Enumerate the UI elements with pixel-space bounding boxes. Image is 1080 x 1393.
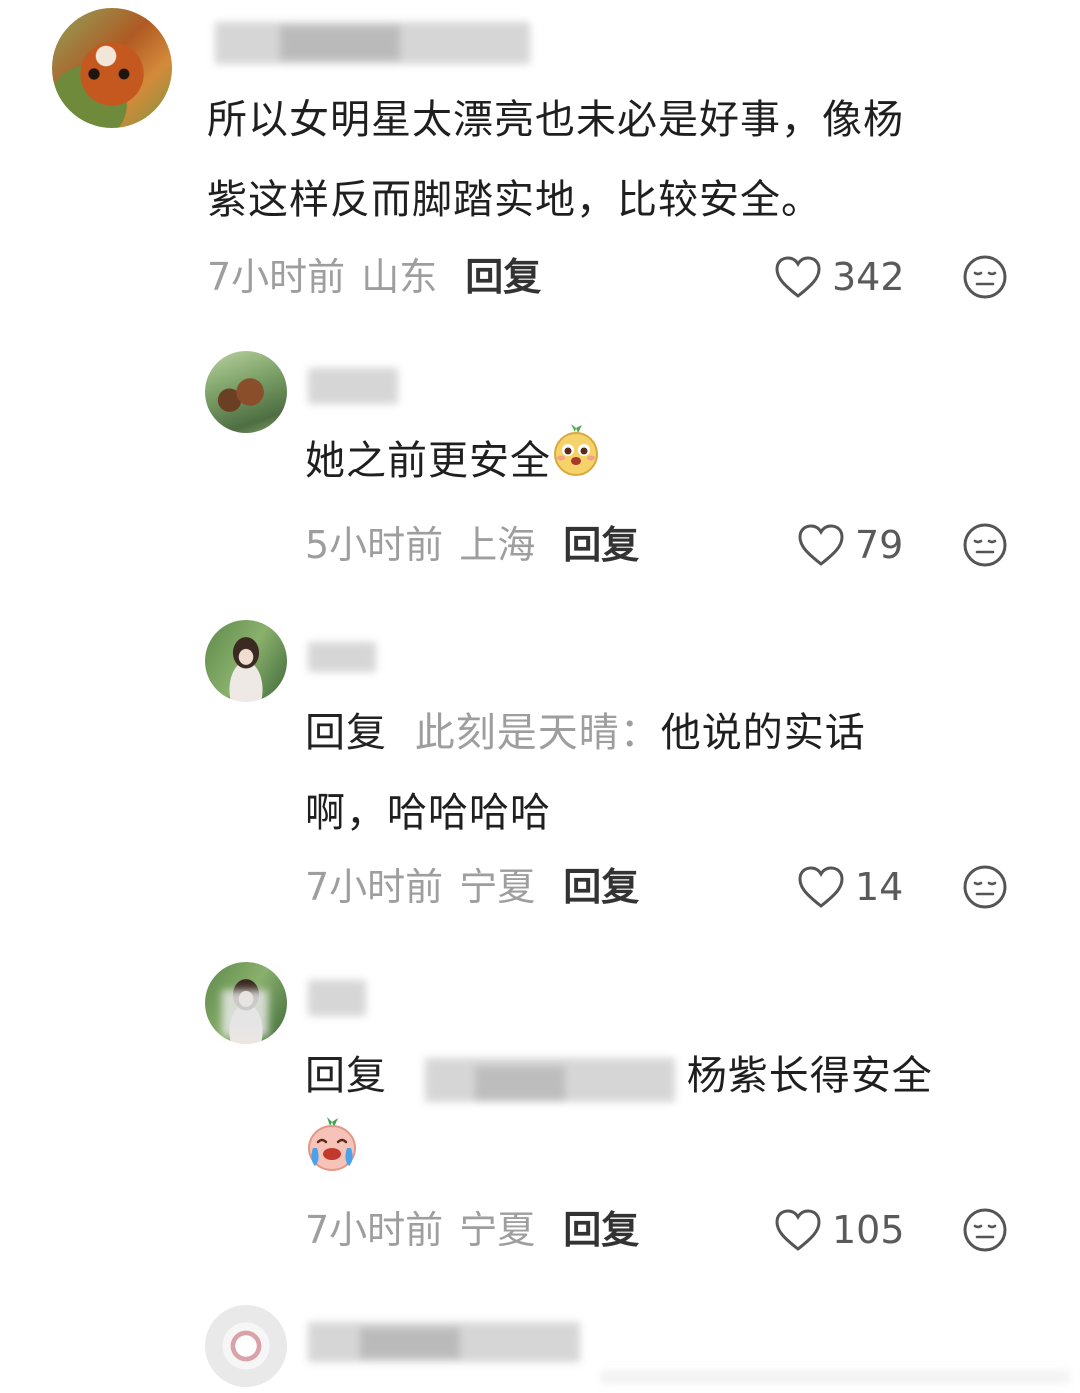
crying-peach-emoji [305,1116,359,1176]
username-redacted-shade [280,26,400,60]
like-button[interactable]: 342 [774,252,905,302]
user-avatar[interactable] [205,620,287,702]
heart-outline-icon [798,524,844,566]
like-button[interactable]: 105 [774,1205,905,1255]
comment-location: 宁夏 [459,1208,536,1252]
reply-target-user[interactable]: 此刻是天晴： [415,710,661,756]
username-redacted-shade [360,1328,460,1358]
mango-cartoon-emoji [551,423,601,503]
username-redacted[interactable] [308,642,376,672]
neutral-face-icon[interactable] [962,1207,1008,1257]
reply-prefix: 回复 [305,1053,387,1099]
comment-time: 7小时前 [207,255,346,299]
like-button[interactable]: 79 [797,520,903,570]
comment-location: 宁夏 [459,865,536,909]
like-count: 79 [855,523,904,567]
comment-text-line: 啊，哈哈哈哈 [305,790,551,836]
comment-meta: 7小时前 宁夏 回复 [305,862,639,912]
reply-button[interactable]: 回复 [563,520,639,570]
comment-time: 7小时前 [305,1208,444,1252]
neutral-face-icon[interactable] [962,864,1008,914]
heart-outline-icon [798,866,844,908]
like-count: 105 [832,1208,905,1252]
like-button[interactable]: 14 [797,862,903,912]
comment-text: 所以女明星太漂亮也未必是好事，像杨 紫这样反而脚踏实地，比较安全。 [207,80,904,240]
avatar-redacted [222,990,268,1036]
comment-meta: 7小时前 宁夏 回复 [305,1205,639,1255]
comment-text-line: 紫这样反而脚踏实地，比较安全。 [207,177,822,223]
username-redacted[interactable] [308,368,398,404]
reply-prefix: 回复 [305,710,387,756]
comment-text-line: 杨紫长得安全 [686,1053,933,1099]
comment-time: 5小时前 [305,523,444,567]
username-redacted[interactable] [308,980,366,1016]
like-count: 14 [855,865,904,909]
like-count: 342 [832,255,905,299]
comment-meta: 7小时前 山东 回复 [207,252,541,302]
neutral-face-icon[interactable] [962,522,1008,572]
neutral-face-icon[interactable] [962,254,1008,304]
user-avatar[interactable] [52,8,172,128]
comment-location: 上海 [459,523,536,567]
reply-button[interactable]: 回复 [563,1205,639,1255]
reply-button[interactable]: 回复 [563,862,639,912]
comment-time: 7小时前 [305,865,444,909]
comment-text: 回复 此刻是天晴：他说的实话 啊，哈哈哈哈 [305,693,866,853]
comment-text-line: 她之前更安全 [305,438,551,484]
comment-text-line: 他说的实话 [660,710,866,756]
comment-meta: 5小时前 上海 回复 [305,520,639,570]
heart-outline-icon [775,256,821,298]
user-avatar[interactable] [205,351,287,433]
comment-text: 她之前更安全 [305,421,601,503]
comment-text-line: 所以女明星太漂亮也未必是好事，像杨 [207,97,904,143]
comment-location: 山东 [361,255,438,299]
user-avatar[interactable] [205,1305,287,1387]
heart-outline-icon [775,1209,821,1251]
bottom-edge-fade [600,1370,1070,1384]
reply-button[interactable]: 回复 [465,252,541,302]
reply-target-redacted-shade [475,1066,565,1100]
